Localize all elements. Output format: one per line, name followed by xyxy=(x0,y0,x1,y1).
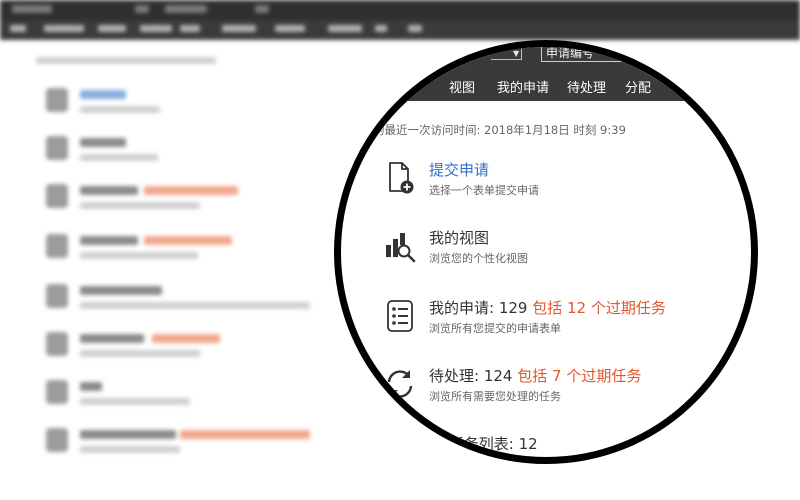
submit-request-desc: 选择一个表单提交申请 xyxy=(429,184,539,197)
background-row xyxy=(40,180,360,220)
nav-pending[interactable]: 待处理 xyxy=(567,77,606,96)
document-plus-icon xyxy=(389,162,414,194)
background-row xyxy=(40,280,360,320)
magnifier-lens: ▼ 申请编号 视图 我的申请 待处理 分配 的最近一次访问时间: 2018年1月… xyxy=(334,40,758,464)
chevron-down-icon: ▼ xyxy=(513,49,520,58)
team-task-list-title[interactable]: 队 任务列表: 12 xyxy=(429,433,538,454)
pending-title[interactable]: 待处理: 124 包括 7 个过期任务 xyxy=(429,365,641,386)
background-row xyxy=(40,424,360,464)
checklist-icon xyxy=(387,300,413,332)
top-nav-bar: ▼ 申请编号 视图 我的申请 待处理 分配 xyxy=(341,47,751,101)
my-views-item[interactable]: 我的视图 浏览您的个性化视图 xyxy=(379,227,739,277)
request-number-search-input[interactable]: 申请编号 xyxy=(541,47,657,62)
nav-assign[interactable]: 分配 xyxy=(625,77,651,96)
my-requests-desc: 浏览所有您提交的申请表单 xyxy=(429,322,561,335)
my-requests-item[interactable]: 我的申请: 129 包括 12 个过期任务 浏览所有您提交的申请表单 xyxy=(379,297,739,347)
pending-overdue: 包括 7 个过期任务 xyxy=(517,367,642,385)
refresh-icon xyxy=(387,370,413,398)
background-row xyxy=(40,84,360,124)
background-row xyxy=(40,230,360,270)
background-row xyxy=(40,328,360,368)
background-row xyxy=(40,376,360,416)
background-menu-strip xyxy=(0,0,800,20)
submit-request-item[interactable]: 提交申请 选择一个表单提交申请 xyxy=(379,159,739,209)
background-row xyxy=(40,132,360,172)
chart-magnifier-icon xyxy=(386,233,416,263)
my-requests-title[interactable]: 我的申请: 129 包括 12 个过期任务 xyxy=(429,297,666,318)
last-visit-text: 的最近一次访问时间: 2018年1月18日 时刻 9:39 xyxy=(373,123,626,137)
background-subline xyxy=(36,57,216,64)
nav-view[interactable]: 视图 xyxy=(449,77,475,96)
pending-item[interactable]: 待处理: 124 包括 7 个过期任务 浏览所有需要您处理的任务 xyxy=(379,365,739,415)
my-requests-count: 我的申请: 129 xyxy=(429,299,528,317)
my-views-title[interactable]: 我的视图 xyxy=(429,227,489,248)
nav-my-requests[interactable]: 我的申请 xyxy=(497,77,549,96)
pending-count: 待处理: 124 xyxy=(429,367,513,385)
my-views-desc: 浏览您的个性化视图 xyxy=(429,252,528,265)
my-requests-overdue: 包括 12 个过期任务 xyxy=(532,299,666,317)
pending-desc: 浏览所有需要您处理的任务 xyxy=(429,390,561,403)
submit-request-link[interactable]: 提交申请 xyxy=(429,159,489,180)
